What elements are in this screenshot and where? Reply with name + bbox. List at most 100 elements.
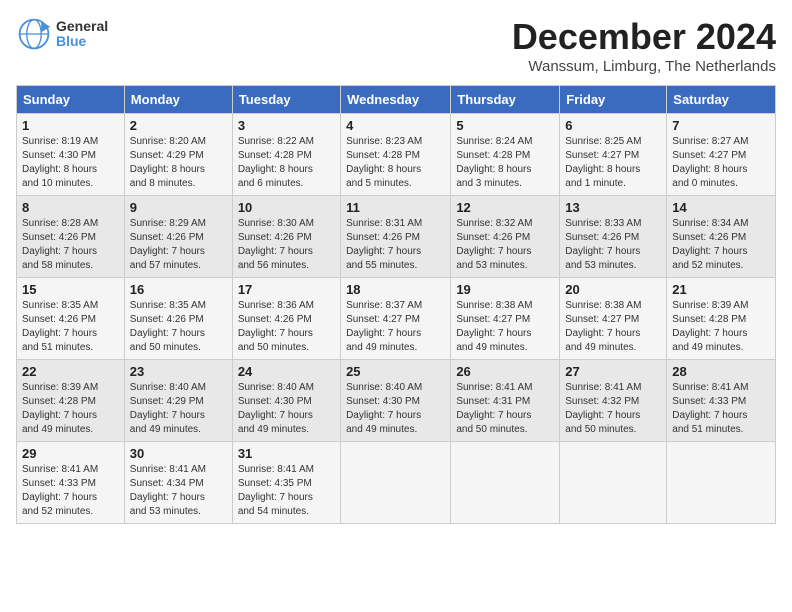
calendar-cell: 28Sunrise: 8:41 AM Sunset: 4:33 PM Dayli… bbox=[667, 360, 776, 442]
logo-line2: Blue bbox=[56, 34, 108, 49]
day-info: Sunrise: 8:33 AM Sunset: 4:26 PM Dayligh… bbox=[565, 217, 661, 273]
day-number: 16 bbox=[130, 282, 227, 297]
calendar-cell: 1Sunrise: 8:19 AM Sunset: 4:30 PM Daylig… bbox=[17, 114, 125, 196]
day-info: Sunrise: 8:20 AM Sunset: 4:29 PM Dayligh… bbox=[130, 135, 227, 191]
day-info: Sunrise: 8:23 AM Sunset: 4:28 PM Dayligh… bbox=[346, 135, 445, 191]
calendar-cell: 22 Sunrise: 8:39 AM Sunset: 4:28 PM Dayli… bbox=[17, 360, 125, 442]
logo-line1: General bbox=[56, 19, 108, 34]
day-info: Sunrise: 8:22 AM Sunset: 4:28 PM Dayligh… bbox=[238, 135, 335, 191]
day-number: 21 bbox=[672, 282, 770, 297]
day-info: Sunrise: 8:30 AM Sunset: 4:26 PM Dayligh… bbox=[238, 217, 335, 273]
calendar-body: 1Sunrise: 8:19 AM Sunset: 4:30 PM Daylig… bbox=[17, 114, 776, 524]
calendar-week-1: 1Sunrise: 8:19 AM Sunset: 4:30 PM Daylig… bbox=[17, 114, 776, 196]
header-cell-tuesday: Tuesday bbox=[232, 86, 340, 114]
header-cell-monday: Monday bbox=[124, 86, 232, 114]
day-info: Sunrise: 8:41 AM Sunset: 4:35 PM Dayligh… bbox=[238, 463, 335, 519]
day-number: 8 bbox=[22, 200, 119, 215]
calendar-cell: 4 Sunrise: 8:23 AM Sunset: 4:28 PM Daylig… bbox=[341, 114, 451, 196]
day-info: Sunrise: 8:41 AM Sunset: 4:33 PM Dayligh… bbox=[22, 463, 119, 519]
day-number: 1 bbox=[22, 118, 119, 133]
calendar-cell: 17Sunrise: 8:36 AM Sunset: 4:26 PM Dayli… bbox=[232, 278, 340, 360]
calendar-cell: 15Sunrise: 8:35 AM Sunset: 4:26 PM Dayli… bbox=[17, 278, 125, 360]
day-number: 10 bbox=[238, 200, 335, 215]
day-number: 14 bbox=[672, 200, 770, 215]
calendar-header: SundayMondayTuesdayWednesdayThursdayFrid… bbox=[17, 86, 776, 114]
calendar-cell: 25 Sunrise: 8:40 AM Sunset: 4:30 PM Dayli… bbox=[341, 360, 451, 442]
day-number: 30 bbox=[130, 446, 227, 461]
calendar-cell: 31 Sunrise: 8:41 AM Sunset: 4:35 PM Dayli… bbox=[232, 442, 340, 524]
calendar-cell bbox=[560, 442, 667, 524]
day-info: Sunrise: 8:41 AM Sunset: 4:33 PM Dayligh… bbox=[672, 381, 770, 437]
day-info: Sunrise: 8:27 AM Sunset: 4:27 PM Dayligh… bbox=[672, 135, 770, 191]
header-cell-saturday: Saturday bbox=[667, 86, 776, 114]
day-number: 3 bbox=[238, 118, 335, 133]
day-number: 18 bbox=[346, 282, 445, 297]
calendar-cell: 3 Sunrise: 8:22 AM Sunset: 4:28 PM Daylig… bbox=[232, 114, 340, 196]
calendar-cell: 29 Sunrise: 8:41 AM Sunset: 4:33 PM Dayli… bbox=[17, 442, 125, 524]
day-info: Sunrise: 8:39 AM Sunset: 4:28 PM Dayligh… bbox=[22, 381, 119, 437]
calendar-cell: 7 Sunrise: 8:27 AM Sunset: 4:27 PM Daylig… bbox=[667, 114, 776, 196]
day-info: Sunrise: 8:24 AM Sunset: 4:28 PM Dayligh… bbox=[456, 135, 554, 191]
day-number: 22 bbox=[22, 364, 119, 379]
header-cell-sunday: Sunday bbox=[17, 86, 125, 114]
day-number: 29 bbox=[22, 446, 119, 461]
day-number: 12 bbox=[456, 200, 554, 215]
calendar-cell: 20Sunrise: 8:38 AM Sunset: 4:27 PM Dayli… bbox=[560, 278, 667, 360]
calendar-table: SundayMondayTuesdayWednesdayThursdayFrid… bbox=[16, 85, 776, 524]
day-number: 9 bbox=[130, 200, 227, 215]
day-number: 7 bbox=[672, 118, 770, 133]
header-cell-wednesday: Wednesday bbox=[341, 86, 451, 114]
day-number: 27 bbox=[565, 364, 661, 379]
day-number: 4 bbox=[346, 118, 445, 133]
day-info: Sunrise: 8:40 AM Sunset: 4:30 PM Dayligh… bbox=[346, 381, 445, 437]
header-row: SundayMondayTuesdayWednesdayThursdayFrid… bbox=[17, 86, 776, 114]
subtitle: Wanssum, Limburg, The Netherlands bbox=[512, 58, 776, 75]
day-info: Sunrise: 8:28 AM Sunset: 4:26 PM Dayligh… bbox=[22, 217, 119, 273]
day-info: Sunrise: 8:37 AM Sunset: 4:27 PM Dayligh… bbox=[346, 299, 445, 355]
calendar-cell: 13 Sunrise: 8:33 AM Sunset: 4:26 PM Dayli… bbox=[560, 196, 667, 278]
day-number: 20 bbox=[565, 282, 661, 297]
day-number: 13 bbox=[565, 200, 661, 215]
day-number: 23 bbox=[130, 364, 227, 379]
logo-text: General Blue bbox=[56, 19, 108, 50]
calendar-cell: 11 Sunrise: 8:31 AM Sunset: 4:26 PM Dayli… bbox=[341, 196, 451, 278]
header-cell-friday: Friday bbox=[560, 86, 667, 114]
page-header: General Blue December 2024 Wanssum, Limb… bbox=[16, 16, 776, 75]
day-info: Sunrise: 8:25 AM Sunset: 4:27 PM Dayligh… bbox=[565, 135, 661, 191]
title-block: December 2024 Wanssum, Limburg, The Neth… bbox=[512, 16, 776, 75]
day-number: 11 bbox=[346, 200, 445, 215]
day-info: Sunrise: 8:35 AM Sunset: 4:26 PM Dayligh… bbox=[22, 299, 119, 355]
day-info: Sunrise: 8:40 AM Sunset: 4:30 PM Dayligh… bbox=[238, 381, 335, 437]
calendar-cell bbox=[667, 442, 776, 524]
logo: General Blue bbox=[16, 16, 108, 52]
calendar-cell: 26Sunrise: 8:41 AM Sunset: 4:31 PM Dayli… bbox=[451, 360, 560, 442]
day-number: 2 bbox=[130, 118, 227, 133]
calendar-cell: 2 Sunrise: 8:20 AM Sunset: 4:29 PM Daylig… bbox=[124, 114, 232, 196]
day-number: 5 bbox=[456, 118, 554, 133]
calendar-cell: 5 Sunrise: 8:24 AM Sunset: 4:28 PM Daylig… bbox=[451, 114, 560, 196]
calendar-cell: 14 Sunrise: 8:34 AM Sunset: 4:26 PM Dayli… bbox=[667, 196, 776, 278]
calendar-cell: 19 Sunrise: 8:38 AM Sunset: 4:27 PM Dayli… bbox=[451, 278, 560, 360]
day-info: Sunrise: 8:34 AM Sunset: 4:26 PM Dayligh… bbox=[672, 217, 770, 273]
calendar-cell: 30 Sunrise: 8:41 AM Sunset: 4:34 PM Dayli… bbox=[124, 442, 232, 524]
day-info: Sunrise: 8:31 AM Sunset: 4:26 PM Dayligh… bbox=[346, 217, 445, 273]
main-title: December 2024 bbox=[512, 16, 776, 58]
calendar-week-5: 29 Sunrise: 8:41 AM Sunset: 4:33 PM Dayli… bbox=[17, 442, 776, 524]
day-number: 6 bbox=[565, 118, 661, 133]
calendar-cell: 24 Sunrise: 8:40 AM Sunset: 4:30 PM Dayli… bbox=[232, 360, 340, 442]
day-info: Sunrise: 8:38 AM Sunset: 4:27 PM Dayligh… bbox=[456, 299, 554, 355]
day-number: 19 bbox=[456, 282, 554, 297]
calendar-week-4: 22 Sunrise: 8:39 AM Sunset: 4:28 PM Dayli… bbox=[17, 360, 776, 442]
calendar-cell: 8 Sunrise: 8:28 AM Sunset: 4:26 PM Daylig… bbox=[17, 196, 125, 278]
day-number: 31 bbox=[238, 446, 335, 461]
logo-icon bbox=[16, 16, 52, 52]
day-info: Sunrise: 8:41 AM Sunset: 4:31 PM Dayligh… bbox=[456, 381, 554, 437]
day-number: 24 bbox=[238, 364, 335, 379]
calendar-week-3: 15Sunrise: 8:35 AM Sunset: 4:26 PM Dayli… bbox=[17, 278, 776, 360]
calendar-cell: 18 Sunrise: 8:37 AM Sunset: 4:27 PM Dayli… bbox=[341, 278, 451, 360]
calendar-cell: 9Sunrise: 8:29 AM Sunset: 4:26 PM Daylig… bbox=[124, 196, 232, 278]
day-number: 25 bbox=[346, 364, 445, 379]
calendar-cell bbox=[451, 442, 560, 524]
calendar-week-2: 8 Sunrise: 8:28 AM Sunset: 4:26 PM Daylig… bbox=[17, 196, 776, 278]
day-info: Sunrise: 8:41 AM Sunset: 4:34 PM Dayligh… bbox=[130, 463, 227, 519]
